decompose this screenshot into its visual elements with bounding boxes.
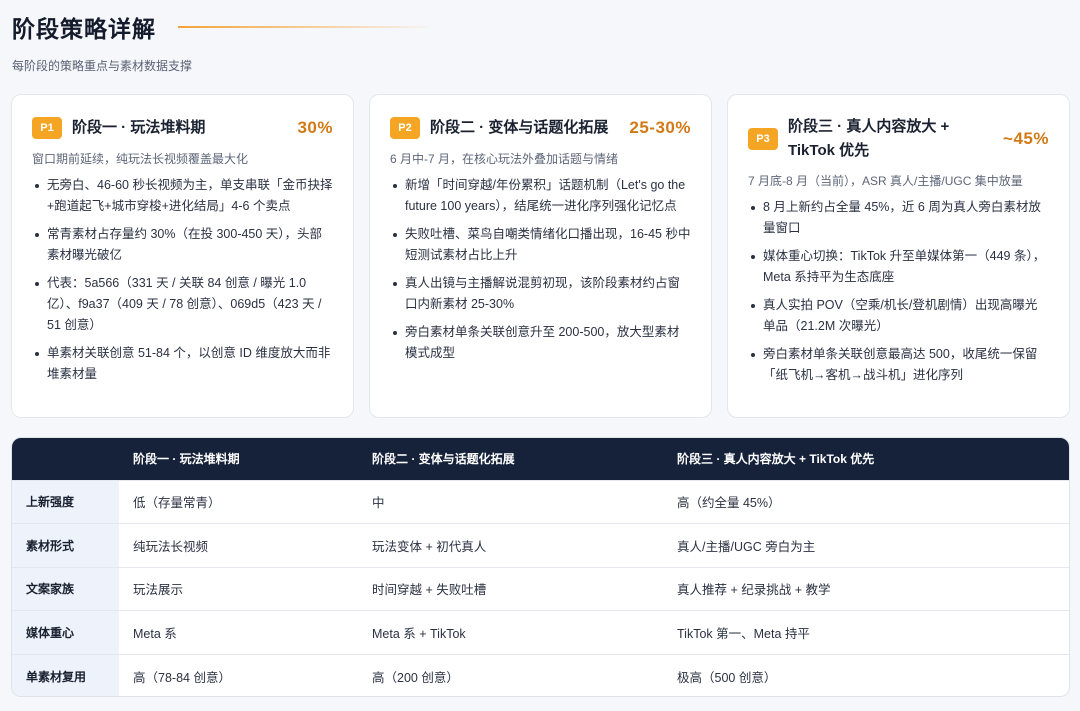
bullet-item: 无旁白、46-60 秒长视频为主，单支串联「金币抉择+跑道起飞+城市穿梭+进化结… [32,175,333,217]
card-title: 阶段二 · 变体与话题化拓展 [430,119,609,136]
table-cell: 真人推荐 + 纪录挑战 + 教学 [677,583,831,598]
card-header: P1 阶段一 · 玩法堆料期 30% [32,115,333,141]
table-row: 素材形式 纯玩法长视频 玩法变体 + 初代真人 真人/主播/UGC 旁白为主 [12,523,1069,567]
card-percent: ~45% [1003,129,1049,148]
phase-comparison-table: 阶段一 · 玩法堆料期 阶段二 · 变体与话题化拓展 阶段三 · 真人内容放大 … [12,438,1069,696]
card-description: 7 月底-8 月（当前），ASR 真人/主播/UGC 集中放量 [748,174,1023,188]
title-accent-line [178,26,428,28]
bullet-item: 真人实拍 POV（空乘/机长/登机剧情）出现高曝光单品（21.2M 次曝光） [748,295,1049,337]
table-header-cell [12,438,119,480]
table-cell: 玩法展示 [133,583,184,598]
table-row: 文案家族 玩法展示 时间穿越 + 失败吐槽 真人推荐 + 纪录挑战 + 教学 [12,567,1069,611]
phase-badge: P1 [32,117,62,139]
bullet-item: 常青素材占存量约 30%（在投 300-450 天），头部素材曝光破亿 [32,224,333,266]
table-header-cell: 阶段二 · 变体与话题化拓展 [372,452,515,467]
table-row: 单素材复用 高（78-84 创意） 高（200 创意） 极高（500 创意） [12,654,1069,696]
table-cell: 玩法变体 + 初代真人 [372,539,487,554]
row-label: 素材形式 [12,523,119,567]
page-title: 阶段策略详解 [12,16,156,42]
table-row: 媒体重心 Meta 系 Meta 系 + TikTok TikTok 第一、Me… [12,610,1069,654]
table-cell: 真人/主播/UGC 旁白为主 [677,539,816,554]
page-header: 阶段策略详解 每阶段的策略重点与素材数据支撑 [12,8,1068,78]
table-cell: TikTok 第一、Meta 持平 [677,626,810,641]
card-title: 阶段三 · 真人内容放大 + TikTok 优先 [788,118,950,159]
phase-badge: P3 [748,128,778,150]
phase-card-2: P2 阶段二 · 变体与话题化拓展 25-30% 6 月中-7 月，在核心玩法外… [369,94,712,418]
bullet-item: 旁白素材单条关联创意升至 200-500，放大型素材模式成型 [390,322,691,364]
page-subtitle: 每阶段的策略重点与素材数据支撑 [12,59,193,73]
table-cell: 高（200 创意） [372,670,459,685]
card-description: 6 月中-7 月，在核心玩法外叠加话题与情绪 [390,152,619,166]
bullet-item: 代表：5a566（331 天 / 关联 84 创意 / 曝光 1.0 亿）、f9… [32,273,333,336]
card-bullets: 无旁白、46-60 秒长视频为主，单支串联「金币抉择+跑道起飞+城市穿梭+进化结… [32,175,333,385]
bullet-item: 单素材关联创意 51-84 个，以创意 ID 维度放大而非堆素材量 [32,343,333,385]
table-cell: 中 [372,496,385,511]
bullet-item: 真人出镜与主播解说混剪初现，该阶段素材约占窗口内新素材 25-30% [390,273,691,315]
row-label: 媒体重心 [12,610,119,654]
row-label: 单素材复用 [12,654,119,696]
title-row: 阶段策略详解 [12,8,1068,46]
table-cell: Meta 系 [133,626,177,641]
card-percent: 30% [297,118,333,137]
table-header-row: 阶段一 · 玩法堆料期 阶段二 · 变体与话题化拓展 阶段三 · 真人内容放大 … [12,438,1069,480]
table-header-cell: 阶段一 · 玩法堆料期 [133,452,240,467]
bullet-item: 新增「时间穿越/年份累积」话题机制（Let's go the future 10… [390,175,691,217]
phase-badge: P2 [390,117,420,139]
row-label: 文案家族 [12,567,119,611]
table-cell: 高（78-84 创意） [133,670,231,685]
table-row: 上新强度 低（存量常青） 中 高（约全量 45%） [12,480,1069,524]
bullet-item: 媒体重心切换：TikTok 升至单媒体第一（449 条），Meta 系持平为生态… [748,246,1049,288]
card-description: 窗口期前延续，纯玩法长视频覆盖最大化 [32,152,249,166]
bullet-item: 8 月上新约占全量 45%，近 6 周为真人旁白素材放量窗口 [748,197,1049,239]
phase-card-3: P3 阶段三 · 真人内容放大 + TikTok 优先 ~45% 7 月底-8 … [727,94,1070,418]
phase-card-1: P1 阶段一 · 玩法堆料期 30% 窗口期前延续，纯玩法长视频覆盖最大化 无旁… [11,94,354,418]
bullet-item: 失败吐槽、菜鸟自嘲类情绪化口播出现，16-45 秒中短测试素材占比上升 [390,224,691,266]
card-bullets: 8 月上新约占全量 45%，近 6 周为真人旁白素材放量窗口 媒体重心切换：Ti… [748,197,1049,386]
table-cell: 时间穿越 + 失败吐槽 [372,583,487,598]
card-title: 阶段一 · 玩法堆料期 [72,119,206,136]
card-bullets: 新增「时间穿越/年份累积」话题机制（Let's go the future 10… [390,175,691,364]
bullet-item: 旁白素材单条关联创意最高达 500，收尾统一保留「纸飞机→客机→战斗机」进化序列 [748,344,1049,386]
phase-cards: P1 阶段一 · 玩法堆料期 30% 窗口期前延续，纯玩法长视频覆盖最大化 无旁… [11,94,1070,418]
card-header: P3 阶段三 · 真人内容放大 + TikTok 优先 ~45% [748,115,1049,163]
table-header-cell: 阶段三 · 真人内容放大 + TikTok 优先 [677,452,875,467]
card-percent: 25-30% [629,118,691,137]
table-cell: 高（约全量 45%） [677,496,781,511]
card-header: P2 阶段二 · 变体与话题化拓展 25-30% [390,115,691,141]
comparison-table: 阶段一 · 玩法堆料期 阶段二 · 变体与话题化拓展 阶段三 · 真人内容放大 … [11,437,1070,697]
table-cell: 极高（500 创意） [677,670,777,685]
table-cell: 纯玩法长视频 [133,539,209,554]
row-label: 上新强度 [12,480,119,524]
table-cell: Meta 系 + TikTok [372,626,466,641]
table-cell: 低（存量常青） [133,496,221,511]
